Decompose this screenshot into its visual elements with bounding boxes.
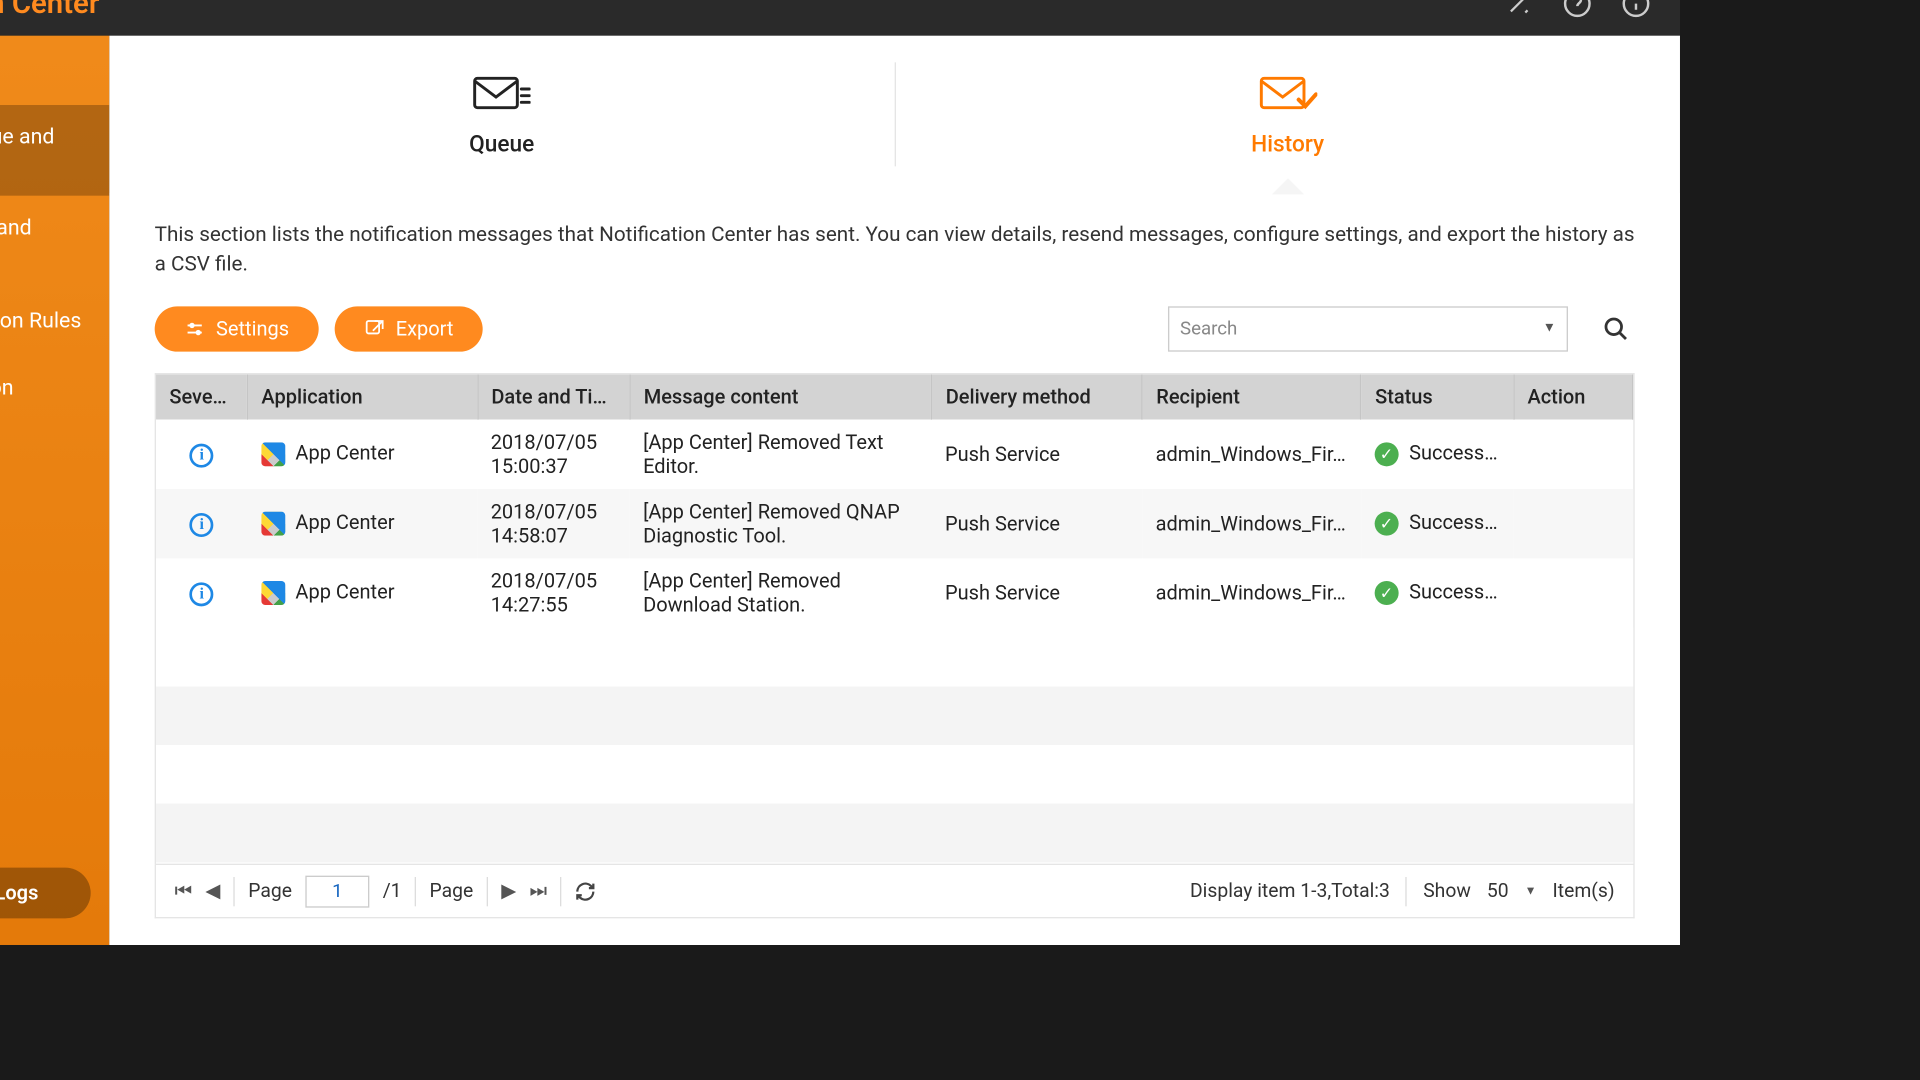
sidebar-item-overview[interactable]: Overview (0, 36, 109, 105)
col-datetime[interactable]: Date and Time (477, 374, 629, 419)
page-input[interactable] (305, 875, 369, 907)
cell-datetime: 2018/07/05 14:27:55 (477, 558, 629, 627)
about-icon[interactable] (1619, 0, 1654, 21)
app-center-icon (261, 512, 285, 536)
cell-status: ✓Successf… (1361, 420, 1513, 489)
show-label: Show (1423, 880, 1471, 903)
view-system-logs-label: View the System Logs (0, 881, 38, 905)
export-label: Export (396, 317, 454, 341)
last-page-button[interactable]: ⏭ (529, 880, 546, 903)
tab-label: History (1251, 132, 1324, 159)
cell-delivery: Push Service (932, 558, 1143, 627)
col-application[interactable]: Application (247, 374, 477, 419)
refresh-button[interactable] (575, 880, 596, 901)
export-icon (364, 318, 385, 339)
app-title: Notification Center (0, 0, 99, 20)
cell-status: ✓Successf… (1361, 489, 1513, 558)
table-header-row: Severit… Application Date and Time Messa… (156, 374, 1633, 419)
settings-button[interactable]: Settings (155, 306, 319, 351)
sidebar-item-label: Service Account and Device Pairing (0, 214, 83, 267)
chevron-down-icon[interactable]: ▼ (1543, 322, 1556, 337)
search-button[interactable] (1597, 310, 1634, 347)
success-icon: ✓ (1374, 512, 1398, 536)
cell-message: [App Center] Removed QNAP Diagnostic Too… (630, 489, 932, 558)
table-row[interactable]: i App Center2018/07/05 15:00:37[App Cente… (156, 420, 1633, 489)
tab-history[interactable]: History (895, 36, 1680, 193)
cell-recipient: admin_Windows_Fir… (1142, 420, 1361, 489)
table-row[interactable]: i App Center2018/07/05 14:58:07[App Cente… (156, 489, 1633, 558)
sliders-icon (184, 318, 205, 339)
app-header: Notification Center (0, 0, 1680, 36)
cell-recipient: admin_Windows_Fir… (1142, 489, 1361, 558)
help-icon[interactable] (1560, 0, 1595, 21)
queue-icon (472, 70, 531, 118)
search-input[interactable]: Search ▼ (1168, 306, 1568, 351)
app-center-icon (261, 582, 285, 606)
tab-label: Queue (469, 132, 534, 159)
col-recipient[interactable]: Recipient (1142, 374, 1361, 419)
cell-message: [App Center] Removed Download Station. (630, 558, 932, 627)
app-center-icon (261, 443, 285, 467)
cell-status: ✓Successf… (1361, 558, 1513, 627)
export-button[interactable]: Export (334, 306, 482, 351)
cell-application: App Center (247, 420, 477, 489)
sidebar-item-label: Notification Queue and History (0, 124, 83, 177)
search-icon (1603, 316, 1630, 343)
sidebar: Overview Notification Queue and History … (0, 36, 109, 945)
refresh-icon (575, 880, 596, 901)
toolbar: Settings Export Search ▼ (155, 306, 1635, 351)
cell-application: App Center (247, 558, 477, 627)
success-icon: ✓ (1374, 582, 1398, 606)
page-label: Page (248, 880, 292, 903)
cell-delivery: Push Service (932, 489, 1143, 558)
first-page-button[interactable]: ⏮ (175, 880, 192, 903)
cell-recipient: admin_Windows_Fir… (1142, 558, 1361, 627)
sidebar-item-queue-history[interactable]: Notification Queue and History (0, 105, 109, 196)
main-panel: Queue History This section lists the not… (109, 36, 1680, 945)
cell-message: [App Center] Removed Text Editor. (630, 420, 932, 489)
sidebar-item-service-pairing[interactable]: Service Account and Device Pairing (0, 196, 109, 287)
section-description: This section lists the notification mess… (155, 220, 1635, 280)
col-status[interactable]: Status (1361, 374, 1513, 419)
next-page-button[interactable]: ▶ (501, 880, 516, 903)
display-summary: Display item 1-3,Total:3 (1190, 880, 1390, 903)
table-row[interactable]: i App Center2018/07/05 14:27:55[App Cente… (156, 558, 1633, 627)
cell-datetime: 2018/07/05 15:00:37 (477, 420, 629, 489)
cell-application: App Center (247, 489, 477, 558)
search-placeholder: Search (1180, 318, 1543, 339)
page-total: /1 (383, 880, 402, 903)
history-icon (1258, 70, 1317, 118)
sidebar-item-label: System Notification Rules (0, 308, 83, 335)
page-label-2: Page (430, 880, 474, 903)
sidebar-item-global-settings[interactable]: Global Notification Settings (0, 356, 109, 447)
settings-label: Settings (216, 317, 289, 341)
tab-queue[interactable]: Queue (109, 36, 894, 193)
col-message[interactable]: Message content (630, 374, 932, 419)
prev-page-button[interactable]: ◀ (205, 880, 220, 903)
cell-delivery: Push Service (932, 420, 1143, 489)
items-label: Item(s) (1553, 880, 1615, 903)
cell-action[interactable] (1513, 558, 1632, 627)
info-severity-icon: i (190, 443, 214, 467)
col-action[interactable]: Action (1513, 374, 1632, 419)
sidebar-item-label: Global Notification Settings (0, 374, 83, 427)
chevron-down-icon[interactable]: ▼ (1525, 884, 1537, 899)
success-icon: ✓ (1374, 443, 1398, 467)
cell-datetime: 2018/07/05 14:58:07 (477, 489, 629, 558)
cell-action[interactable] (1513, 489, 1632, 558)
cell-action[interactable] (1513, 420, 1632, 489)
info-severity-icon: i (190, 582, 214, 606)
show-value: 50 (1487, 880, 1509, 903)
sidebar-item-label: Overview (0, 57, 83, 84)
history-table: Severit… Application Date and Time Messa… (155, 373, 1635, 865)
wand-icon[interactable] (1501, 0, 1536, 21)
pager: ⏮ ◀ Page /1 Page ▶ ⏭ (155, 865, 1635, 918)
col-severity[interactable]: Severit… (156, 374, 247, 419)
info-severity-icon: i (190, 513, 214, 537)
view-system-logs-button[interactable]: View the System Logs (0, 868, 91, 919)
sidebar-item-system-rules[interactable]: System Notification Rules (0, 286, 109, 355)
tabs: Queue History (109, 36, 1680, 193)
table-empty-area (156, 628, 1633, 864)
col-delivery[interactable]: Delivery method (932, 374, 1143, 419)
